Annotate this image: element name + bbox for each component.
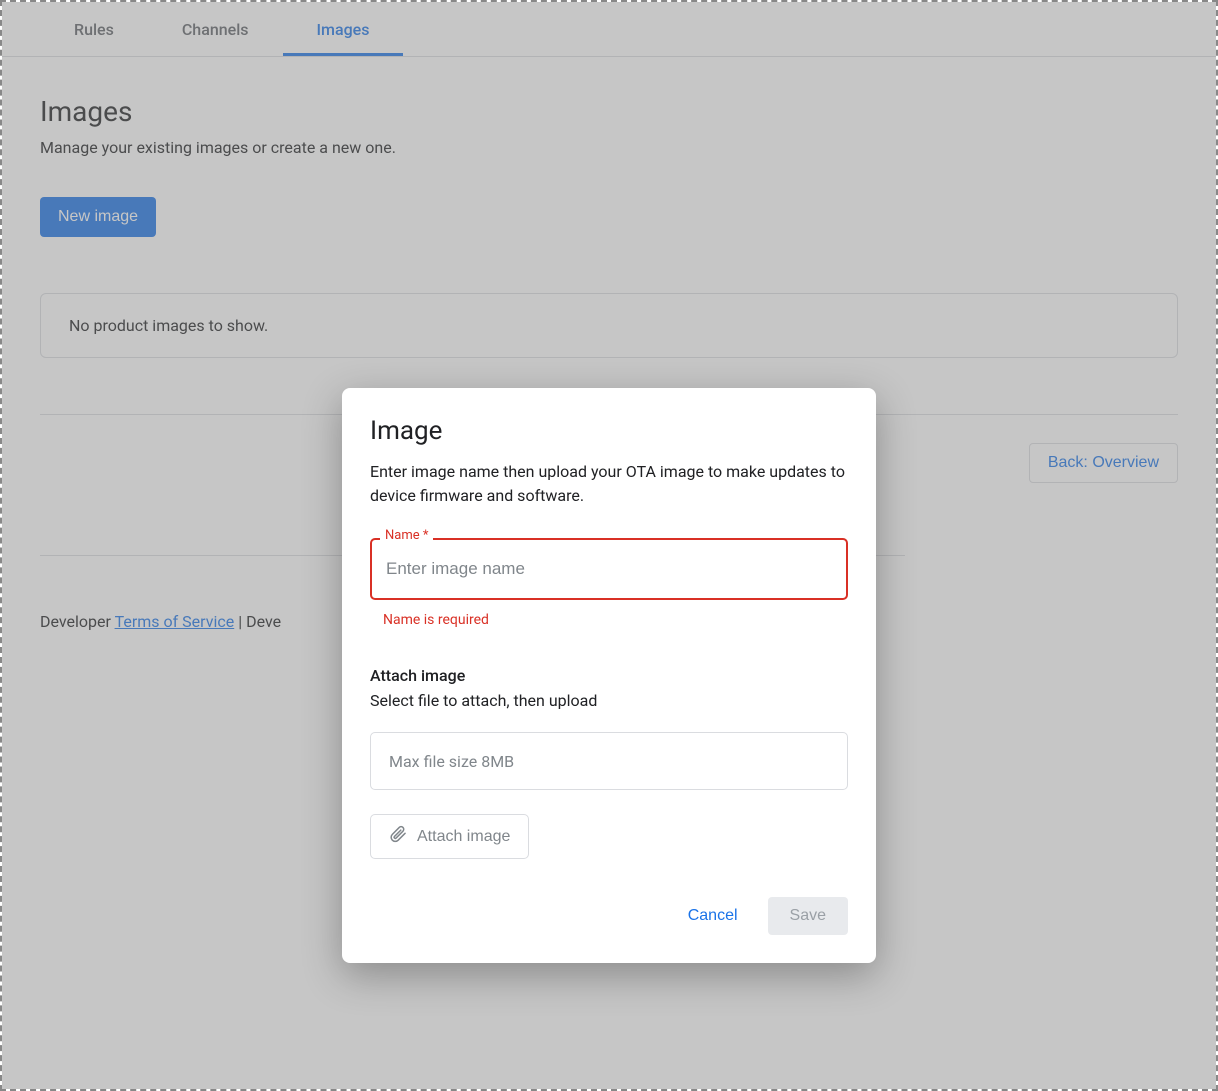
name-label: Name *: [380, 528, 433, 543]
dialog-title: Image: [370, 416, 848, 446]
dialog-actions: Cancel Save: [370, 897, 848, 935]
attach-section-subtitle: Select file to attach, then upload: [370, 691, 848, 710]
cancel-button[interactable]: Cancel: [674, 897, 752, 935]
attach-image-label: Attach image: [417, 828, 510, 846]
file-size-hint: Max file size 8MB: [370, 732, 848, 790]
save-button[interactable]: Save: [768, 897, 848, 935]
modal-overlay[interactable]: Image Enter image name then upload your …: [2, 2, 1216, 1089]
attach-image-button[interactable]: Attach image: [370, 814, 529, 859]
name-field: Name *: [370, 538, 848, 600]
paperclip-icon: [389, 825, 407, 848]
name-input[interactable]: [370, 538, 848, 600]
dialog-description: Enter image name then upload your OTA im…: [370, 460, 848, 508]
attach-section-title: Attach image: [370, 666, 848, 685]
image-dialog: Image Enter image name then upload your …: [342, 388, 876, 963]
name-error: Name is required: [370, 606, 848, 628]
